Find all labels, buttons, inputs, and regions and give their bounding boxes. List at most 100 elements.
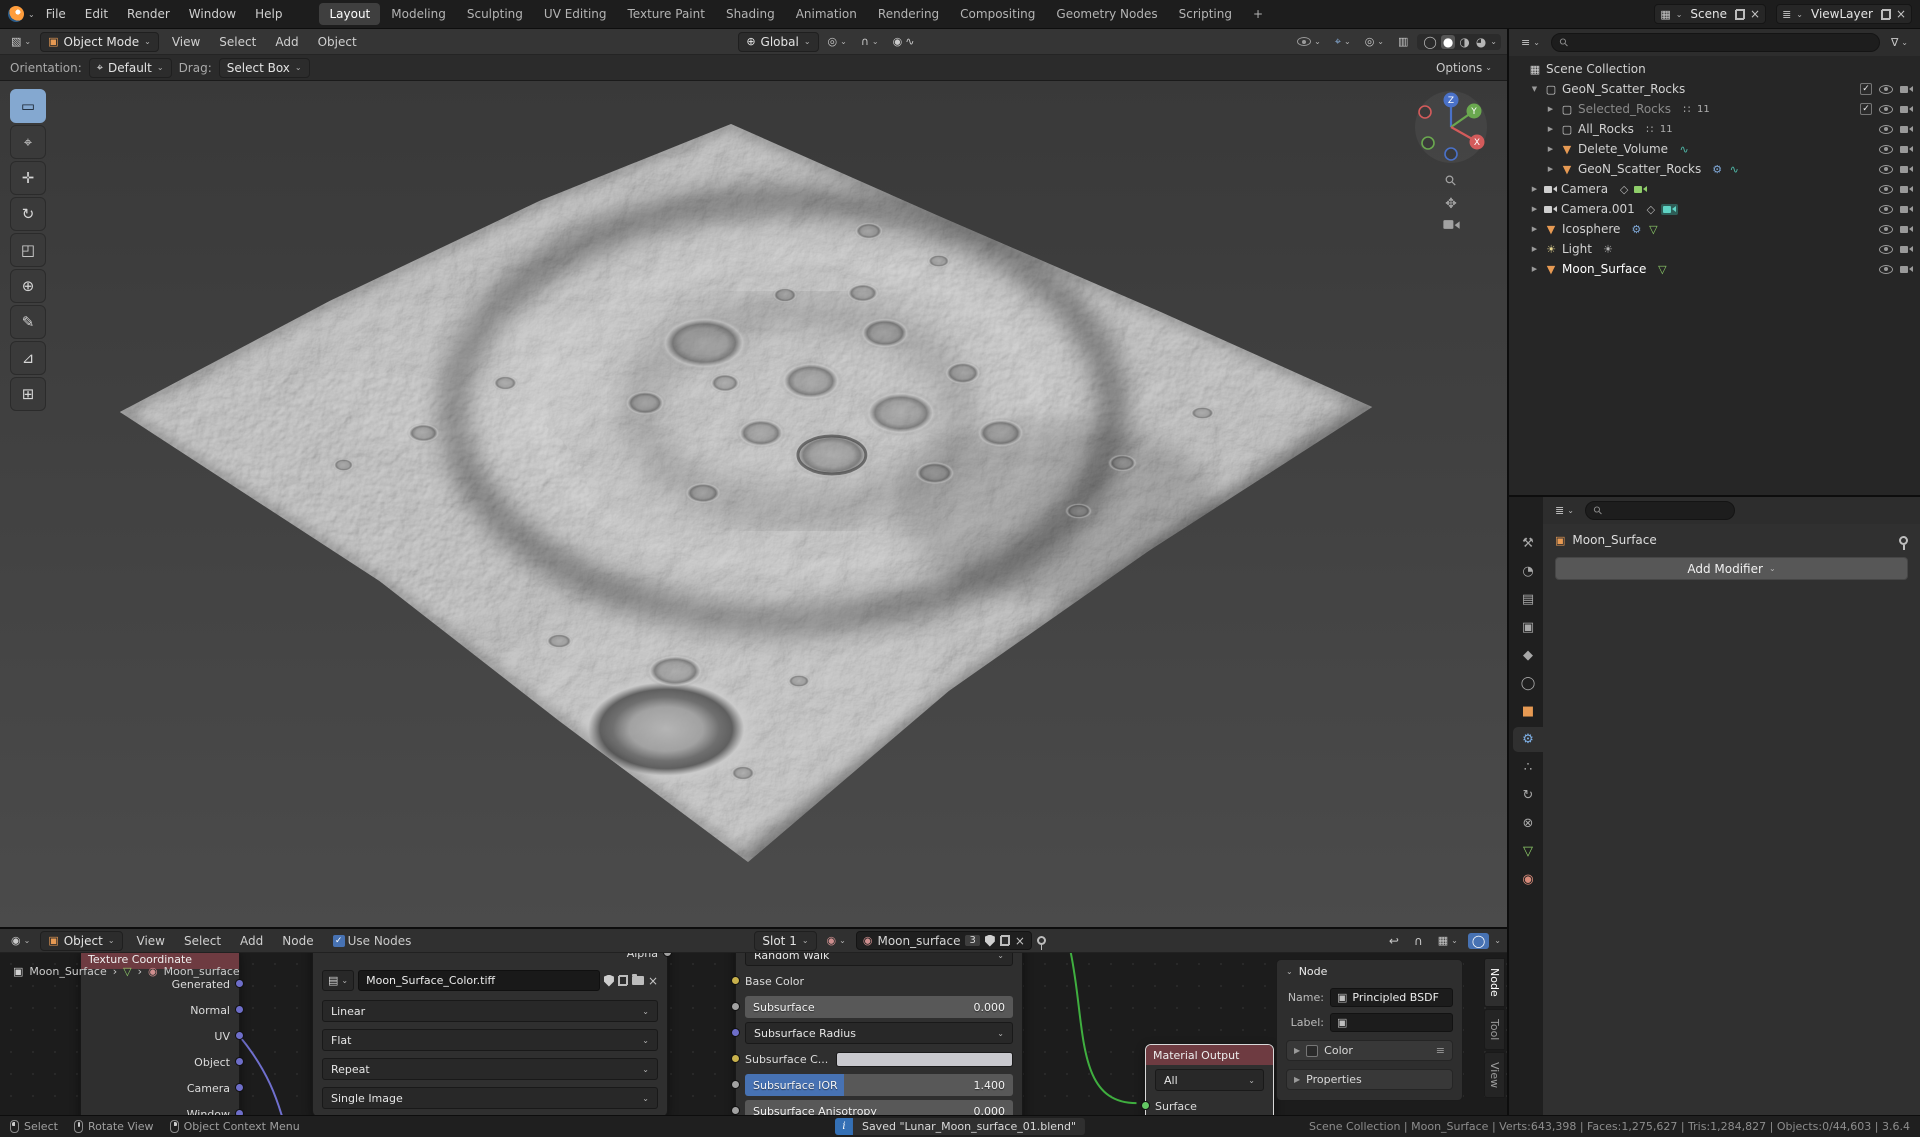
camera-visibility-icon[interactable] <box>1900 185 1913 194</box>
projection-select[interactable]: Flat ⌄ <box>322 1029 658 1051</box>
browse-image-button[interactable]: ▤ ⌄ <box>322 970 355 991</box>
world-properties-tab[interactable]: ◯ <box>1513 671 1543 696</box>
pb-random-walk-select[interactable]: Random Walk ⌄ <box>745 953 1013 966</box>
outliner-row-selected-rocks[interactable]: ▶ ▢ Selected_Rocks ∷ 11 ✓ <box>1509 99 1920 119</box>
report-message[interactable]: i Saved "Lunar_Moon_surface_01.blend" <box>834 1118 1086 1135</box>
shader-menu-add[interactable]: Add <box>231 931 272 951</box>
value-socket-icon[interactable] <box>731 1080 740 1089</box>
shader-socket-icon[interactable] <box>1141 1101 1150 1110</box>
eye-icon[interactable] <box>1879 204 1893 214</box>
sidebar-tab-tool[interactable]: Tool <box>1484 1008 1505 1051</box>
camera-visibility-icon[interactable] <box>1900 125 1913 134</box>
value-socket-icon[interactable] <box>731 1002 740 1011</box>
menu-icon[interactable]: ≡ <box>1436 1045 1445 1056</box>
pin-icon[interactable] <box>1036 936 1046 950</box>
eye-icon[interactable] <box>1879 144 1893 154</box>
checkbox-icon[interactable] <box>1306 1044 1319 1057</box>
disclosure-right-icon[interactable]: ▶ <box>1529 185 1540 193</box>
physics-properties-tab[interactable]: ↻ <box>1513 783 1543 808</box>
principled-bsdf-node[interactable]: Random Walk ⌄ Base Color Subsurface 0.000 Sub… <box>731 953 1023 1115</box>
color-socket-icon[interactable] <box>731 976 740 985</box>
node-label-field[interactable]: ▣ <box>1330 1013 1453 1032</box>
unlink-material-icon[interactable]: × <box>1015 935 1025 947</box>
eye-icon[interactable] <box>1879 264 1893 274</box>
workspace-tab-shading[interactable]: Shading <box>716 3 785 25</box>
workspace-tab-layout[interactable]: Layout <box>319 3 381 25</box>
disclosure-right-icon[interactable]: ▶ <box>1545 125 1556 133</box>
new-view-layer-icon[interactable] <box>1880 8 1891 20</box>
transform-orientation-dropdown[interactable]: ⊕ Global ⌄ <box>738 31 819 52</box>
viewport-menu-view[interactable]: View <box>163 32 209 52</box>
outliner-row-delete-volume[interactable]: ▶ ▼ Delete_Volume ∿ <box>1509 139 1920 159</box>
tool-properties-tab[interactable]: ⚒ <box>1513 531 1543 556</box>
outliner-row-icosphere[interactable]: ▶ ▼ Icosphere ⚙ ▽ <box>1509 219 1920 239</box>
particles-properties-tab[interactable]: ∴ <box>1513 755 1543 780</box>
slot-dropdown[interactable]: Slot 1 ⌄ <box>754 930 817 951</box>
mode-dropdown[interactable]: ▣ Object Mode ⌄ <box>40 31 159 52</box>
constraints-properties-tab[interactable]: ⊗ <box>1513 811 1543 836</box>
color-socket-icon[interactable] <box>731 1054 740 1063</box>
workspace-tab-animation[interactable]: Animation <box>786 3 867 25</box>
view-layer-properties-tab[interactable]: ▣ <box>1513 615 1543 640</box>
move-tool-button[interactable]: ✛ <box>10 161 46 195</box>
orientation-setting-dropdown[interactable]: ⌖ Default ⌄ <box>88 57 172 78</box>
use-nodes-checkbox[interactable]: ✓ Use Nodes <box>328 932 417 950</box>
outliner-row-camera[interactable]: ▶ Camera ◇ <box>1509 179 1920 199</box>
material-output-node[interactable]: Material Output All ⌄ Surface <box>1141 1044 1274 1115</box>
wireframe-shading-icon[interactable]: ◯ <box>1421 35 1438 49</box>
fake-user-shield-icon[interactable] <box>984 934 995 947</box>
vector-socket-icon[interactable] <box>235 1057 244 1066</box>
scale-tool-button[interactable]: ◰ <box>10 233 46 267</box>
workspace-tab-modeling[interactable]: Modeling <box>381 3 456 25</box>
editor-type-button[interactable]: ◉ ⌄ <box>6 933 35 948</box>
pb-subsurface-ior-slider[interactable]: Subsurface IOR 1.400 <box>745 1074 1013 1096</box>
workspace-tab-sculpting[interactable]: Sculpting <box>457 3 533 25</box>
color-swatch[interactable] <box>836 1051 1013 1067</box>
camera-visibility-icon[interactable] <box>1900 85 1913 94</box>
eye-icon[interactable] <box>1879 84 1893 94</box>
eye-icon[interactable] <box>1879 244 1893 254</box>
disclosure-right-icon[interactable]: ▶ <box>1545 105 1556 113</box>
toggle-xray-button[interactable]: ▥ <box>1393 34 1413 49</box>
add-modifier-button[interactable]: Add Modifier ⌄ <box>1555 557 1908 580</box>
disclosure-right-icon[interactable]: ▶ <box>1529 245 1540 253</box>
node-canvas[interactable]: ▣ Moon_Surface › ▽ › ◉ Moon_surface Text… <box>0 953 1507 1115</box>
node-title[interactable]: Material Output <box>1146 1045 1273 1065</box>
eye-icon[interactable] <box>1879 184 1893 194</box>
outliner-row-camera-001[interactable]: ▶ Camera.001 ◇ <box>1509 199 1920 219</box>
shader-menu-select[interactable]: Select <box>175 931 230 951</box>
camera-visibility-icon[interactable] <box>1900 165 1913 174</box>
workspace-tab-rendering[interactable]: Rendering <box>868 3 949 25</box>
unlink-image-icon[interactable]: × <box>648 975 658 987</box>
image-texture-node[interactable]: ColorAlpha ▤⌄ Moon_Surface_Color.tiff × … <box>312 953 672 1115</box>
editor-type-button[interactable]: ≣ ⌄ <box>1550 503 1579 518</box>
outliner-row-geon-scatter-rocks[interactable]: ▶ ▼ GeoN_Scatter_Rocks ⚙ ∿ <box>1509 159 1920 179</box>
eye-icon[interactable] <box>1879 164 1893 174</box>
remove-view-layer-icon[interactable]: × <box>1896 8 1906 20</box>
new-image-icon[interactable] <box>617 975 628 986</box>
open-image-icon[interactable] <box>631 973 644 985</box>
viewport-canvas[interactable]: ▭ ⌖ ✛ ↻ ◰ ⊕ ✎ ⊿ ⊞ Z Y X ⚲ ✥ <box>0 81 1507 927</box>
shader-type-dropdown[interactable]: ▣ Object ⌄ <box>40 930 123 951</box>
pb-subsurface-slider[interactable]: Subsurface 0.000 <box>745 996 1013 1018</box>
shader-menu-node[interactable]: Node <box>273 931 322 951</box>
camera-visibility-icon[interactable] <box>1900 245 1913 254</box>
outliner-row-scene-collection[interactable]: ▦ Scene Collection <box>1509 59 1920 79</box>
pan-hand-icon[interactable]: ✥ <box>1445 197 1457 211</box>
outliner-row-all-rocks[interactable]: ▶ ▢ All_Rocks ∷ 11 <box>1509 119 1920 139</box>
fake-user-shield-icon[interactable] <box>603 974 614 987</box>
properties-section[interactable]: ▶ Properties <box>1286 1069 1453 1090</box>
browse-material-button[interactable]: ◉ ⌄ <box>822 933 851 948</box>
image-name-field[interactable]: Moon_Surface_Color.tiff <box>358 970 600 991</box>
rendered-shading-icon[interactable]: ◕ <box>1474 35 1488 49</box>
back-to-parent-icon[interactable]: ↩ <box>1384 932 1404 950</box>
select-box-tool-button[interactable]: ▭ <box>10 89 46 123</box>
menu-window[interactable]: Window <box>180 4 245 24</box>
snapping-magnet-icon[interactable]: ∩ <box>1409 932 1428 950</box>
menu-edit[interactable]: Edit <box>76 4 117 24</box>
node-panel-header[interactable]: ⌄ Node <box>1277 960 1462 982</box>
menu-file[interactable]: File <box>37 4 75 24</box>
color-section[interactable]: ▶ Color ≡ <box>1286 1040 1453 1061</box>
outliner-row-geon-scatter-rocks[interactable]: ▼ ▢ GeoN_Scatter_Rocks ✓ <box>1509 79 1920 99</box>
snapping-button[interactable]: ∩ ⌄ <box>856 34 884 49</box>
